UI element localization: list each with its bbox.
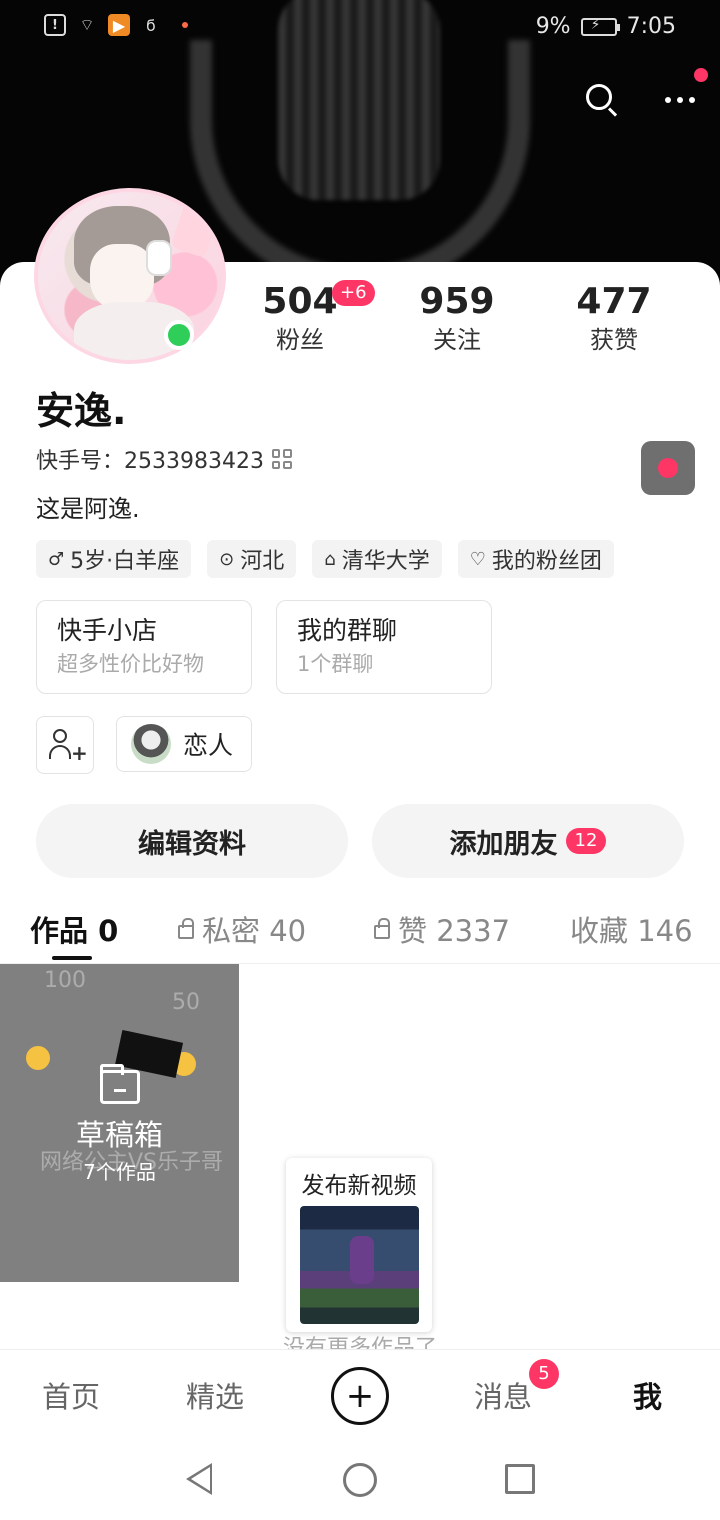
edit-profile-button[interactable]: 编辑资料: [36, 804, 348, 878]
edit-profile-label: 编辑资料: [138, 828, 246, 860]
system-nav-bar: [0, 1439, 720, 1520]
draft-bg-text-2: 50: [172, 990, 200, 1015]
nav-me[interactable]: 我: [633, 1374, 662, 1416]
app-notification-icon: ▶: [108, 14, 130, 36]
publish-title: 发布新视频: [301, 1173, 417, 1199]
drafts-count: 7个作品: [83, 1160, 156, 1184]
profile-bio: 这是阿逸.: [36, 495, 140, 523]
shop-card[interactable]: 快手小店 超多性价比好物: [36, 600, 252, 694]
battery-icon: ⚡: [580, 17, 620, 36]
more-icon[interactable]: [658, 80, 702, 120]
lover-relation[interactable]: 恋人: [116, 716, 253, 772]
tab-private-label: 私密 40: [202, 914, 307, 948]
battery-percent: 9%: [535, 14, 571, 39]
location-icon: ⊙: [219, 548, 235, 570]
status-icons: ! ⌔ ▶ ϭ: [44, 14, 188, 36]
group-chat-card-title: 我的群聊: [297, 616, 398, 645]
group-chat-card-sub: 1个群聊: [297, 652, 374, 676]
stat-fans-label: 粉丝: [276, 326, 324, 354]
cover-image-mic-stand: [190, 40, 530, 290]
tag-location[interactable]: ⊙ 河北: [207, 540, 297, 578]
tag-age[interactable]: ♂ 5岁·白羊座: [36, 540, 192, 578]
drafts-title: 草稿箱: [75, 1118, 163, 1152]
profile-tags: ♂ 5岁·白羊座 ⊙ 河北 ⌂ 清华大学 ♡ 我的粉丝团: [36, 540, 614, 578]
lock-icon: [374, 918, 390, 939]
profile-name: 安逸.: [36, 389, 127, 433]
content-tabs: 作品 0 私密 40 赞 2337 收藏 146: [0, 896, 720, 964]
alert-icon: !: [44, 14, 66, 36]
tag-fan-club-text: 我的粉丝团: [491, 549, 602, 574]
new-fans-badge: +6: [332, 280, 375, 306]
avatar[interactable]: [34, 188, 226, 364]
stat-likes[interactable]: 477 获赞: [544, 282, 684, 358]
tab-liked-label: 赞 2337: [398, 914, 511, 948]
folder-icon: [100, 1064, 140, 1104]
online-status-dot: [164, 320, 194, 350]
clock: 7:05: [626, 14, 676, 39]
tag-location-text: 河北: [240, 549, 285, 574]
record-icon[interactable]: [641, 441, 695, 495]
status-bar: ! ⌔ ▶ ϭ 9% ⚡ 7:05: [0, 0, 720, 56]
recent-apps-icon[interactable]: [505, 1464, 535, 1494]
tab-works-label: 作品 0: [30, 914, 119, 948]
add-friend-button[interactable]: 添加朋友 12: [372, 804, 684, 878]
action-buttons: 编辑资料 添加朋友 12: [36, 804, 684, 878]
tag-school[interactable]: ⌂ 清华大学: [312, 540, 442, 578]
add-user-icon[interactable]: +: [36, 716, 94, 774]
kuaishou-id-text: 快手号：2533983423: [36, 449, 264, 474]
stat-likes-count: 477: [576, 281, 652, 322]
tab-private[interactable]: 私密 40: [178, 908, 306, 950]
stat-following-count: 959: [419, 281, 495, 322]
kuaishou-id[interactable]: 快手号：2533983423: [36, 443, 292, 475]
notification-dot: [182, 22, 188, 28]
top-actions: [520, 68, 720, 128]
stat-following-label: 关注: [433, 326, 481, 354]
tab-favorites-label: 收藏 146: [570, 914, 693, 948]
publish-thumbnail: [300, 1206, 419, 1324]
messages-badge: 5: [529, 1359, 559, 1389]
relations-row: + 恋人: [36, 716, 253, 774]
nav-messages[interactable]: 消息: [474, 1374, 532, 1416]
more-notification-dot: [694, 68, 708, 82]
laugh-emoji-icon: [26, 1046, 50, 1070]
gender-male-icon: ♂: [48, 548, 65, 570]
plus-icon[interactable]: +: [331, 1367, 389, 1425]
tab-works[interactable]: 作品 0: [30, 908, 118, 950]
lover-label: 恋人: [183, 731, 234, 760]
feature-cards: 快手小店 超多性价比好物 我的群聊 1个群聊: [36, 600, 492, 694]
active-tab-indicator: [52, 956, 92, 960]
group-chat-card[interactable]: 我的群聊 1个群聊: [276, 600, 492, 694]
publish-new-video-card[interactable]: 发布新视频: [286, 1158, 432, 1332]
lock-icon: [178, 918, 194, 939]
tab-favorites[interactable]: 收藏 146: [570, 908, 693, 950]
lover-avatar: [131, 724, 171, 764]
qr-code-icon[interactable]: [271, 449, 292, 469]
shop-card-title: 快手小店: [57, 616, 158, 645]
bottom-nav: 首页 精选 + 消息 5 我: [0, 1349, 720, 1439]
nav-home[interactable]: 首页: [42, 1374, 100, 1416]
search-icon[interactable]: [582, 80, 622, 120]
no-more-works-text: 没有更多作品了: [282, 1336, 437, 1350]
tag-fan-club[interactable]: ♡ 我的粉丝团: [457, 540, 614, 578]
add-friend-badge: 12: [565, 828, 607, 854]
app-notification-icon-2: ϭ: [146, 15, 156, 35]
school-icon: ⌂: [324, 548, 336, 570]
wifi-icon: ⌔: [79, 15, 95, 34]
add-friend-label: 添加朋友: [449, 828, 558, 860]
stat-likes-label: 获赞: [590, 326, 638, 354]
draft-bg-text-1: 100: [44, 968, 86, 993]
tab-liked[interactable]: 赞 2337: [374, 908, 510, 950]
shop-card-sub: 超多性价比好物: [57, 652, 204, 676]
status-right: 9% ⚡ 7:05: [536, 14, 676, 39]
home-icon[interactable]: [343, 1463, 377, 1497]
tag-school-text: 清华大学: [341, 549, 430, 574]
tag-age-text: 5岁·白羊座: [70, 549, 180, 574]
nav-featured[interactable]: 精选: [186, 1374, 244, 1416]
fan-club-icon: ♡: [469, 548, 486, 570]
stat-following[interactable]: 959 关注: [387, 282, 527, 358]
back-icon[interactable]: [186, 1463, 212, 1495]
